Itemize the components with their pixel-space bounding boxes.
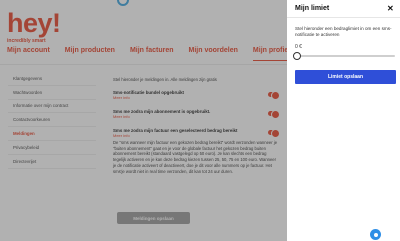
drawer-title: Mijn limiet: [295, 5, 330, 12]
sidebar-item-direct-debit[interactable]: Directevrijet: [8, 155, 96, 169]
more-info-link[interactable]: Meer info: [113, 133, 283, 138]
notifications-panel: Stel hieronder je meldingen in. Alle mel…: [113, 77, 283, 174]
limit-drawer: Mijn limiet ✕ Stel hieronder een bedragl…: [287, 0, 400, 241]
notification-row: Sms me zodra mijn abonnement is opgebrui…: [113, 109, 283, 128]
slider-handle[interactable]: [293, 52, 301, 60]
nav-divider: [0, 64, 287, 65]
nav-item-profile[interactable]: Mijn profiel: [252, 47, 291, 61]
logo-text: hey!: [7, 8, 61, 38]
more-info-link[interactable]: Meer info: [113, 114, 283, 119]
notifications-intro: Stel hieronder je meldingen in. Alle mel…: [113, 77, 217, 82]
notification-description: De "sms wanneer mijn factuur een gekozen…: [113, 140, 278, 174]
nav-item-benefits[interactable]: Mijn voordelen: [189, 47, 238, 61]
brand-logo[interactable]: hey! incredibly smart: [7, 8, 61, 45]
drawer-description: Stel hieronder een bedraglimiet in om ee…: [295, 26, 392, 37]
save-limit-button[interactable]: Limiet opslaan: [295, 70, 396, 84]
notification-toggle[interactable]: [268, 129, 280, 138]
nav-item-invoices[interactable]: Mijn facturen: [130, 47, 174, 61]
sidebar-item-privacy[interactable]: Privacybeleid: [8, 141, 96, 155]
save-notifications-button[interactable]: Meldingen opslaan: [117, 212, 190, 224]
sidebar-item-passwords[interactable]: Wachtwoorden: [8, 86, 96, 100]
notification-row: Sms me zodra mijn factuur een geselectee…: [113, 128, 283, 174]
chat-icon[interactable]: [370, 229, 381, 240]
main-nav: Mijn account Mijn producten Mijn facture…: [7, 47, 291, 61]
limit-value: 0 €: [295, 44, 302, 50]
notification-row: Sms-notificatie bundel opgebruikt Meer i…: [113, 90, 283, 109]
logo-tagline: incredibly smart: [7, 38, 46, 44]
notification-toggle[interactable]: [268, 110, 280, 119]
drawer-divider: [287, 17, 400, 18]
close-icon[interactable]: ✕: [387, 4, 394, 13]
sidebar-item-contract-info[interactable]: Informatie over mijn contract: [8, 100, 96, 114]
sidebar-item-contact-preferences[interactable]: Contactvoorkeuren: [8, 113, 96, 128]
nav-item-account[interactable]: Mijn account: [7, 47, 50, 61]
limit-slider[interactable]: [293, 52, 395, 60]
notification-toggle[interactable]: [268, 91, 280, 100]
nav-item-products[interactable]: Mijn producten: [65, 47, 115, 61]
sidebar-item-customer-data[interactable]: Klantgegevens: [8, 72, 96, 86]
loading-ring-icon: [117, 0, 129, 6]
more-info-link[interactable]: Meer info: [113, 95, 283, 100]
profile-sidebar: Klantgegevens Wachtwoorden Informatie ov…: [8, 72, 96, 169]
sidebar-item-notifications[interactable]: Meldingen: [8, 127, 96, 141]
